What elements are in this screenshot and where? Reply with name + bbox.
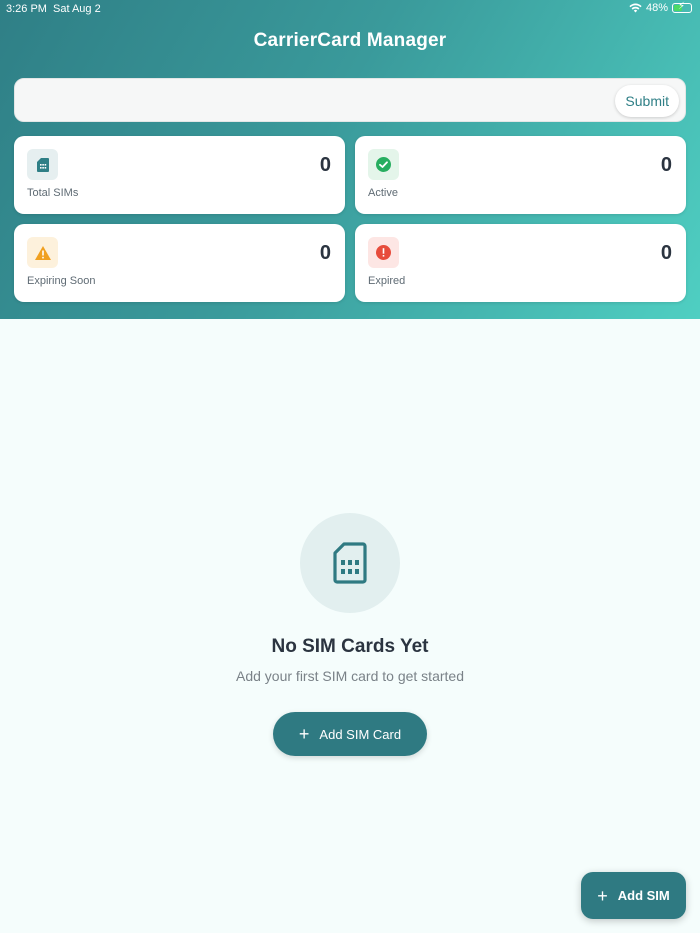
expiring-soon-count: 0 bbox=[319, 242, 331, 264]
app-title: CarrierCard Manager bbox=[253, 30, 447, 51]
sim-card-icon bbox=[333, 542, 367, 584]
plus-icon: + bbox=[597, 885, 608, 906]
error-icon bbox=[368, 237, 399, 268]
stat-card-active[interactable]: 0 Active bbox=[355, 136, 686, 214]
battery-percent: 48% bbox=[645, 2, 668, 14]
stat-card-expired[interactable]: 0 Expired bbox=[355, 224, 686, 302]
battery-charging-icon: ⚡ bbox=[672, 1, 692, 13]
empty-state-subtitle: Add your first SIM card to get started bbox=[236, 668, 464, 684]
stat-card-expiring-soon[interactable]: 0 Expiring Soon bbox=[14, 224, 345, 302]
total-sims-count: 0 bbox=[319, 154, 331, 176]
add-sim-card-button[interactable]: + Add SIM Card bbox=[273, 712, 427, 756]
expired-count: 0 bbox=[660, 242, 672, 264]
plus-icon: + bbox=[298, 724, 310, 744]
empty-state-title: No SIM Cards Yet bbox=[271, 636, 429, 657]
warning-icon bbox=[27, 237, 58, 268]
status-time: 3:26 PM bbox=[6, 3, 47, 15]
sim-card-icon bbox=[27, 149, 58, 180]
search-bar: Submit bbox=[14, 78, 686, 122]
status-date: Sat Aug 2 bbox=[53, 3, 101, 15]
status-right: 48% ⚡ bbox=[629, 1, 692, 14]
expired-label: Expired bbox=[368, 275, 406, 287]
submit-button[interactable]: Submit bbox=[615, 85, 679, 117]
search-input[interactable] bbox=[25, 85, 615, 117]
active-label: Active bbox=[368, 187, 398, 199]
empty-state-icon-circle bbox=[300, 513, 400, 613]
wifi-icon bbox=[629, 3, 642, 13]
expiring-soon-label: Expiring Soon bbox=[27, 275, 96, 287]
total-sims-label: Total SIMs bbox=[27, 187, 79, 199]
header: 3:26 PM Sat Aug 2 48% ⚡ CarrierCard Mana… bbox=[0, 0, 700, 319]
check-circle-icon bbox=[368, 149, 399, 180]
add-sim-card-label: Add SIM Card bbox=[319, 726, 402, 742]
status-bar: 3:26 PM Sat Aug 2 48% ⚡ bbox=[0, 0, 700, 18]
add-sim-fab[interactable]: + Add SIM bbox=[581, 872, 686, 919]
stat-card-total-sims[interactable]: 0 Total SIMs bbox=[14, 136, 345, 214]
active-count: 0 bbox=[660, 154, 672, 176]
add-sim-label: Add SIM bbox=[617, 888, 670, 903]
